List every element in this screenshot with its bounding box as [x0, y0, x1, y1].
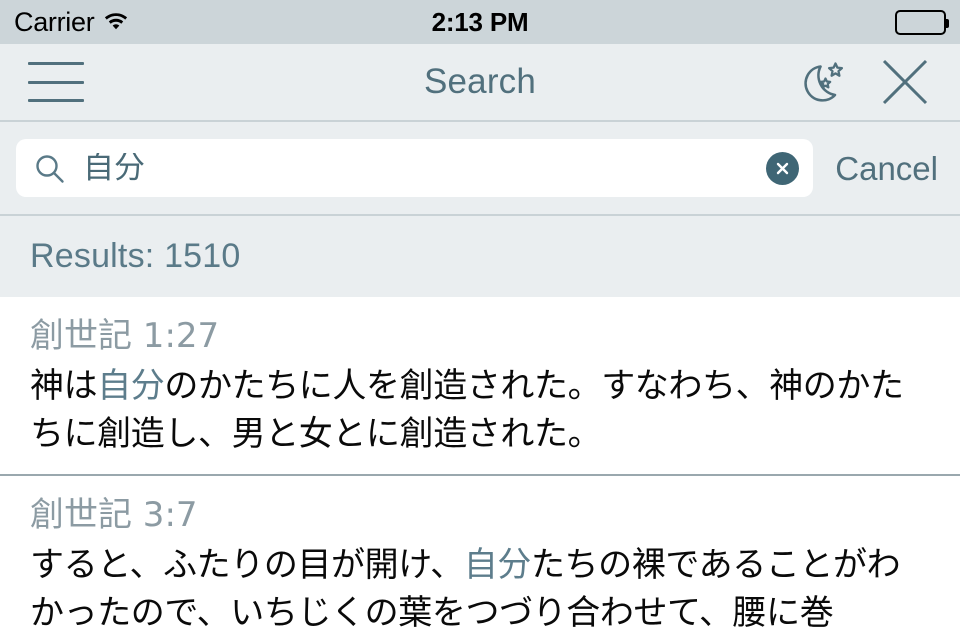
navigation-bar-actions — [790, 54, 932, 110]
hamburger-line — [28, 80, 84, 84]
wifi-icon — [103, 10, 129, 35]
hamburger-line — [28, 99, 84, 102]
status-bar: Carrier 2:13 PM — [0, 0, 960, 44]
battery-cap — [946, 18, 949, 28]
verse-reference: 創世記 1:27 — [30, 316, 220, 356]
search-term-highlight: 自分 — [97, 365, 165, 406]
verse-text: 神は自分のかたちに人を創造された。すなわち、神のかたちに創造し、男と女とに創造さ… — [30, 362, 930, 459]
search-magnifier-icon — [34, 153, 65, 184]
app-screen: Carrier 2:13 PM Search 自分 Cancel Results… — [0, 0, 960, 640]
navigation-bar: Search — [0, 44, 960, 122]
moon-stars-icon[interactable] — [790, 54, 848, 110]
results-header: Results: 1510 — [0, 216, 960, 297]
hamburger-line — [28, 62, 84, 65]
status-bar-right — [895, 9, 949, 35]
carrier-label: Carrier — [14, 6, 95, 37]
results-list[interactable]: 創世記 1:27 神は自分のかたちに人を創造された。すなわち、神のかたちに創造し… — [0, 297, 960, 640]
list-item[interactable]: 創世記 1:27 神は自分のかたちに人を創造された。すなわち、神のかたちに創造し… — [0, 297, 960, 477]
verse-reference: 創世記 3:7 — [30, 495, 198, 536]
status-bar-clock: 2:13 PM — [431, 6, 529, 37]
cancel-button[interactable]: Cancel — [835, 152, 938, 185]
verse-text-before: すると、ふたりの目が開け、 — [30, 544, 464, 585]
status-bar-left: Carrier — [14, 6, 129, 37]
verse-text: すると、ふたりの目が開け、自分たちの裸であることがわかったので、いちじくの葉をつ… — [30, 541, 930, 638]
search-term-highlight: 自分 — [463, 544, 532, 585]
hamburger-menu-icon[interactable] — [28, 62, 84, 102]
search-input-value[interactable]: 自分 — [83, 153, 766, 184]
search-input[interactable]: 自分 — [16, 139, 814, 197]
list-item[interactable]: 創世記 3:7 すると、ふたりの目が開け、自分たちの裸であることがわかったので、… — [0, 476, 960, 640]
clear-circle-x-icon[interactable] — [766, 151, 800, 185]
search-bar: 自分 Cancel — [0, 122, 960, 216]
results-count-label: Results: 1510 — [30, 237, 241, 275]
verse-text-before: 神は — [30, 365, 98, 406]
close-x-icon[interactable] — [878, 55, 932, 109]
battery-icon — [895, 9, 949, 35]
